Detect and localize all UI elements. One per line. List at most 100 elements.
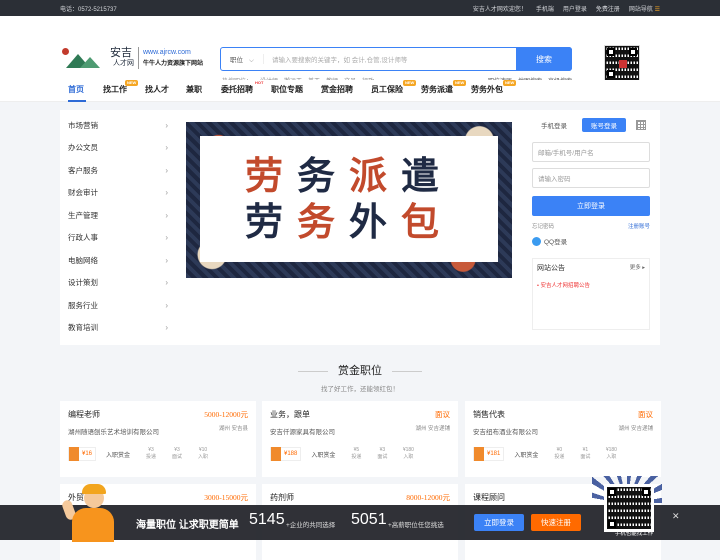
section-subtitle: 找了好工作，还能领红包！ (321, 386, 399, 393)
job-card[interactable]: 销售代表 面议 安吉纽布酒业有限公司 湖州 安吉递铺 ¥181 入职赏金 ¥0 投… (465, 401, 661, 477)
job-title[interactable]: 业务，跟单 (270, 409, 450, 420)
banner-line-2: 劳务外包 (244, 199, 454, 244)
red-packet-icon (271, 447, 281, 461)
login-panel: 手机登录 账号登录 邮箱/手机号/用户名 请输入密码 立即登录 忘记密码 注册账… (532, 118, 650, 338)
qr-caption: 手机也能找工作 (614, 531, 654, 537)
category-item[interactable]: 行政人事 › (68, 227, 168, 250)
new-badge: NEW (125, 80, 139, 86)
logo-brand: 安吉 人才网 (110, 46, 134, 67)
job-salary: 8000-12000元 (406, 493, 450, 502)
main-panel: 市场营销 › 办公文员 › 客户服务 › 财会审计 › 生产管理 › 行政人事 › 电脑网络… (60, 110, 660, 345)
welcome-text: 安吉人才网欢迎您！ (472, 6, 527, 13)
promo-login-button[interactable]: 立即登录 (474, 514, 524, 531)
nav-bounty-recruit[interactable]: 赏金招聘 (321, 84, 353, 95)
category-item[interactable]: 服务行业 › (68, 294, 168, 317)
chevron-right-icon: › (165, 233, 168, 243)
free-register-link[interactable]: 免费注册 (596, 4, 620, 13)
menu-icon: ☰ (654, 6, 660, 13)
job-salary: 面议 (435, 410, 450, 419)
notice-box: 网站公告 更多 ▸ • 安吉人才网招聘公告 (532, 258, 650, 330)
category-item[interactable]: 电脑网络 › (68, 249, 168, 272)
tab-account-login[interactable]: 账号登录 (582, 118, 626, 132)
header: 安吉人才网 www.ajrcw.com 牛牛人力资源旗下网站 职位 请输入要搜索… (0, 16, 720, 85)
stat-hire: ¥180 入职 (605, 447, 617, 460)
stat-hire: ¥180 入职 (402, 447, 414, 460)
search-button[interactable]: 搜索 (516, 47, 572, 71)
login-button[interactable]: 立即登录 (532, 196, 650, 216)
nav-labor-outsource[interactable]: 劳务外包 NEW (471, 80, 517, 95)
site-nav-link[interactable]: 网站导航 ☰ (629, 4, 660, 13)
qq-login[interactable]: QQ登录 (532, 236, 650, 246)
bonus-amount: ¥16 (68, 447, 97, 461)
category-item[interactable]: 财会审计 › (68, 182, 168, 205)
red-packet-icon (69, 447, 79, 461)
nav-home[interactable]: 首页 (68, 84, 84, 95)
stat-interview: ¥1 面试 (580, 447, 591, 460)
nav-part-time[interactable]: 兼职 (186, 84, 202, 95)
job-title[interactable]: 销售代表 (473, 409, 653, 420)
job-card[interactable]: 业务，跟单 面议 安吉仟源家具有限公司 湖州 安吉递铺 ¥188 入职赏金 ¥5… (262, 401, 458, 477)
job-card[interactable]: 编程老师 5000-12000元 湖州随语刨乐艺术培训有限公司 湖州 安吉县 ¥… (60, 401, 256, 477)
chevron-right-icon: › (165, 120, 168, 130)
password-field[interactable]: 请输入密码 (532, 168, 650, 188)
user-login-link[interactable]: 用户登录 (563, 4, 587, 13)
stat-apply: ¥0 投递 (554, 447, 565, 460)
tab-mobile-login[interactable]: 手机登录 (532, 118, 576, 132)
search-input[interactable]: 请输入要搜索的关键字，如 会计,仓管,设计师等 (263, 54, 516, 64)
promo-title: 海量职位 让求职更简单 (136, 520, 239, 531)
qr-code-icon (604, 45, 640, 81)
chevron-right-icon: › (165, 278, 168, 288)
nav-entrust-recruit[interactable]: 委托招聘 HOT (221, 80, 263, 95)
category-item[interactable]: 设计策划 › (68, 272, 168, 295)
notice-item[interactable]: • 安吉人才网招聘公告 (537, 281, 645, 289)
category-item[interactable]: 生产管理 › (68, 204, 168, 227)
notice-more-link[interactable]: 更多 ▸ (630, 263, 645, 273)
close-icon[interactable]: ✕ (672, 511, 680, 522)
mobile-link[interactable]: 手机端 (536, 4, 554, 13)
logo-site-url: www.ajrcw.com (143, 49, 191, 56)
category-item[interactable]: 客户服务 › (68, 159, 168, 182)
qq-icon (532, 236, 541, 246)
bonus-label: 入职赏金 (514, 452, 539, 459)
job-count: 5051 (351, 511, 387, 528)
company-count: 5145 (249, 511, 285, 528)
job-location: 湖州 安吉县 (218, 426, 248, 432)
chevron-right-icon: › (165, 143, 168, 153)
stat-apply: ¥3 投递 (146, 447, 157, 460)
app-qr-code-icon (604, 484, 654, 532)
nav-job-topics[interactable]: 职位专题 (271, 84, 303, 95)
category-item[interactable]: 办公文员 › (68, 137, 168, 160)
username-field[interactable]: 邮箱/手机号/用户名 (532, 142, 650, 162)
job-location: 湖州 安吉递铺 (618, 426, 653, 432)
register-link[interactable]: 注册账号 (628, 222, 650, 230)
search-type-select[interactable]: 职位 (221, 54, 263, 65)
nav-labor-dispatch[interactable]: 劳务派遣 NEW (421, 80, 467, 95)
qr-login-icon[interactable] (636, 120, 646, 130)
nav-employee-insurance[interactable]: 员工保险 NEW (371, 80, 417, 95)
new-badge: NEW (503, 80, 517, 86)
category-list: 市场营销 › 办公文员 › 客户服务 › 财会审计 › 生产管理 › 行政人事 › 电脑网络… (68, 114, 168, 339)
nav-active-underline (68, 100, 86, 102)
promo-register-button[interactable]: 快速注册 (531, 514, 581, 531)
category-item[interactable]: 教育培训 › (68, 317, 168, 340)
section-title: 赏金职位 (0, 362, 720, 378)
job-salary: 5000-12000元 (204, 410, 248, 419)
category-item[interactable]: 市场营销 › (68, 114, 168, 137)
bonus-label: 入职赏金 (106, 452, 131, 459)
site-logo[interactable]: 安吉 人才网 www.ajrcw.com 牛牛人力资源旗下网站 (62, 46, 203, 70)
job-salary: 面议 (638, 410, 653, 419)
promo-banner[interactable]: 劳务派遣 劳务外包 (186, 122, 512, 278)
company-count-label: +企业的共同选择 (286, 522, 336, 529)
chevron-right-icon: › (165, 165, 168, 175)
forgot-password-link[interactable]: 忘记密码 (532, 222, 554, 230)
stat-interview: ¥3 面试 (172, 447, 183, 460)
notice-title: 网站公告 (537, 265, 565, 272)
chevron-right-icon: › (165, 323, 168, 333)
nav-find-job[interactable]: 找工作 NEW (103, 80, 139, 95)
main-nav: 首页 找工作 NEW 找人才 兼职 委托招聘 HOT 职位专题 赏金招聘 员工保险 N… (0, 80, 720, 102)
nav-find-talent[interactable]: 找人才 (145, 84, 169, 95)
chevron-right-icon: › (165, 300, 168, 310)
stat-interview: ¥3 面试 (377, 447, 388, 460)
top-bar: 电话：0572-5215737 安吉人才网欢迎您！ 手机端 用户登录 免费注册 … (0, 0, 720, 16)
bonus-label: 入职赏金 (311, 452, 336, 459)
